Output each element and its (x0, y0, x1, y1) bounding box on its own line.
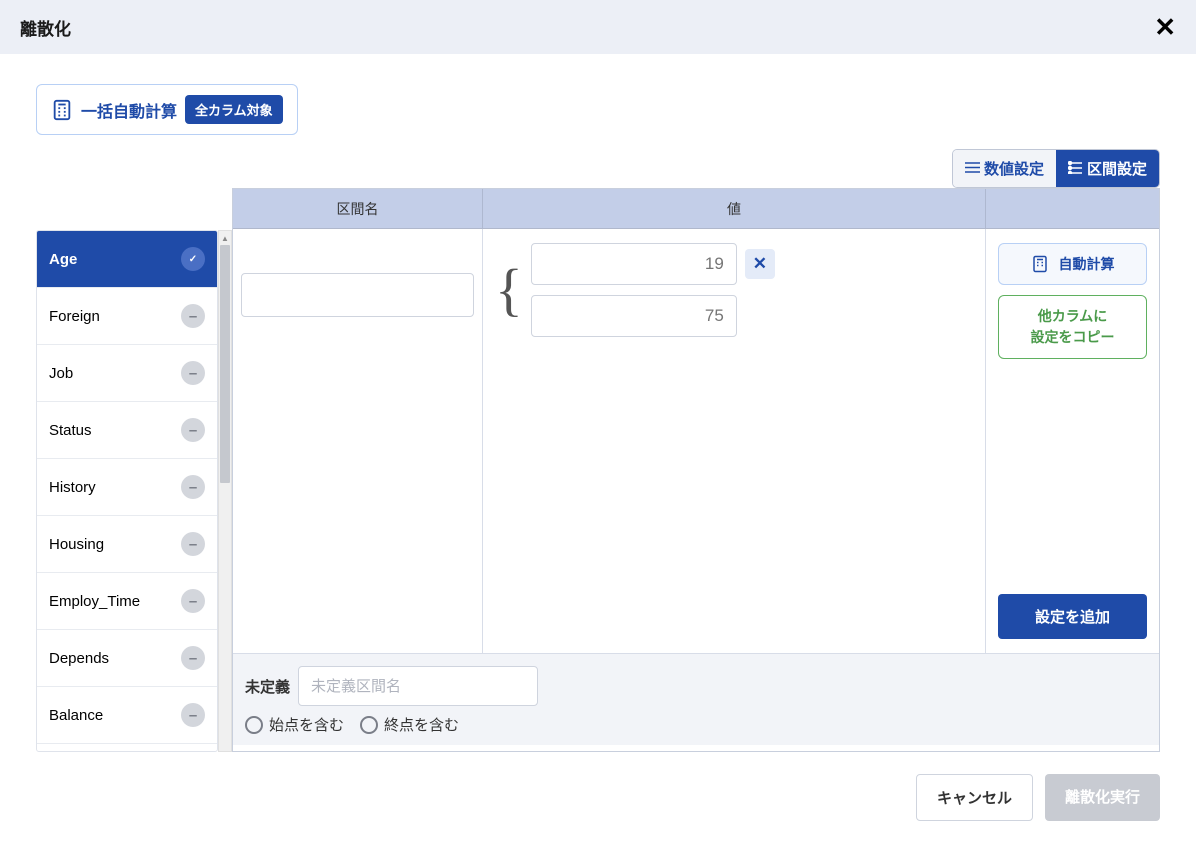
copy-settings-button[interactable]: 他カラムに 設定をコピー (998, 295, 1147, 359)
dash-icon: – (181, 589, 205, 613)
sidebar-item-label: Job (49, 365, 73, 382)
batch-chip: 全カラム対象 (185, 95, 283, 124)
interval-icon (1068, 161, 1083, 177)
sidebar-item-status[interactable]: Status – (37, 402, 217, 459)
batch-calc-label: 一括自動計算 (81, 98, 177, 122)
sidebar-scrollbar[interactable]: ▲ (218, 230, 232, 752)
sidebar-item-label: Depends (49, 650, 109, 667)
radio-include-end[interactable]: 終点を含む (360, 714, 459, 735)
radio-end-label: 終点を含む (384, 714, 459, 735)
dash-icon: – (181, 418, 205, 442)
auto-calc-label: 自動計算 (1059, 254, 1115, 274)
sidebar-item-depends[interactable]: Depends – (37, 630, 217, 687)
copy-label-line2: 設定をコピー (1007, 327, 1138, 348)
execute-button[interactable]: 離散化実行 (1045, 774, 1160, 821)
radio-include-start[interactable]: 始点を含む (245, 714, 344, 735)
sidebar-item-label: Employ_Time (49, 593, 140, 610)
tab-numeric-label: 数値設定 (984, 158, 1044, 179)
dash-icon: – (181, 646, 205, 670)
value-top-input[interactable] (531, 243, 737, 285)
sidebar-item-foreign[interactable]: Foreign – (37, 288, 217, 345)
radio-icon (245, 716, 263, 734)
setting-tabs: 数値設定 区間設定 (952, 149, 1160, 188)
tab-interval[interactable]: 区間設定 (1056, 150, 1159, 187)
sidebar-item-employ-time[interactable]: Employ_Time – (37, 573, 217, 630)
sidebar-item-job[interactable]: Job – (37, 345, 217, 402)
undefined-name-input[interactable] (298, 666, 538, 706)
sidebar-item-label: Foreign (49, 308, 100, 325)
scroll-up-icon[interactable]: ▲ (219, 231, 231, 245)
dash-icon: – (181, 532, 205, 556)
dash-icon: – (181, 475, 205, 499)
calculator-icon (1031, 255, 1049, 273)
sidebar-item-label: Housing (49, 536, 104, 553)
sidebar-item-history[interactable]: History – (37, 459, 217, 516)
scroll-thumb[interactable] (220, 245, 230, 483)
calculator-icon (51, 99, 73, 121)
column-sidebar: Age ✓ Foreign – Job – Status – History –… (36, 230, 218, 752)
sidebar-item-balance[interactable]: Balance – (37, 687, 217, 744)
add-setting-button[interactable]: 設定を追加 (998, 594, 1147, 639)
grid-header-value: 値 (483, 189, 986, 228)
dash-icon: – (181, 361, 205, 385)
cancel-button[interactable]: キャンセル (916, 774, 1033, 821)
sidebar-item-age[interactable]: Age ✓ (37, 231, 217, 288)
radio-icon (360, 716, 378, 734)
sidebar-item-label: Balance (49, 707, 103, 724)
grid-header-action (986, 189, 1159, 228)
brace-icon: { (495, 255, 523, 325)
undefined-label: 未定義 (245, 676, 290, 697)
radio-start-label: 始点を含む (269, 714, 344, 735)
sidebar-item-housing[interactable]: Housing – (37, 516, 217, 573)
sidebar-item-label: Status (49, 422, 92, 439)
tab-numeric[interactable]: 数値設定 (953, 150, 1056, 187)
tab-interval-label: 区間設定 (1087, 158, 1147, 179)
auto-calc-button[interactable]: 自動計算 (998, 243, 1147, 285)
copy-label-line1: 他カラムに (1007, 306, 1138, 327)
sidebar-item-label: History (49, 479, 96, 496)
grid-header-name: 区間名 (233, 189, 483, 228)
value-bottom-input[interactable] (531, 295, 737, 337)
dash-icon: – (181, 703, 205, 727)
interval-name-input[interactable] (241, 273, 474, 317)
check-icon: ✓ (181, 247, 205, 271)
sidebar-item-aim[interactable]: Aim – (37, 744, 217, 752)
close-icon[interactable]: ✕ (1154, 14, 1176, 40)
dash-icon: – (181, 304, 205, 328)
remove-value-button[interactable]: ✕ (745, 249, 775, 279)
batch-auto-calc-button[interactable]: 一括自動計算 全カラム対象 (36, 84, 298, 135)
sidebar-item-label: Age (49, 251, 77, 268)
dialog-title: 離散化 (20, 15, 71, 40)
numeric-icon (965, 161, 980, 177)
